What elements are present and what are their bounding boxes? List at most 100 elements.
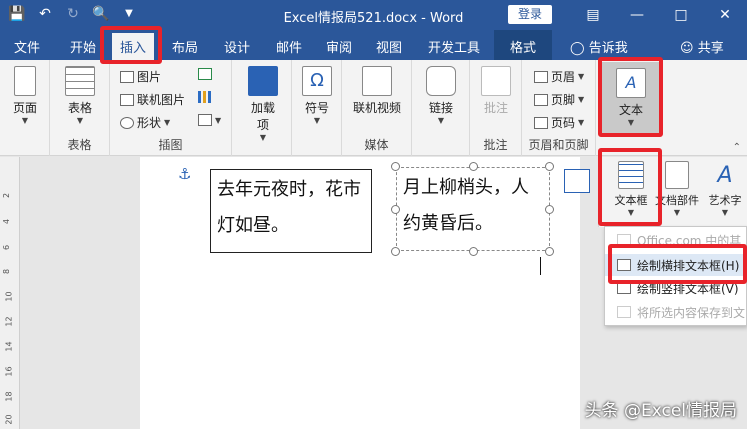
addins-label-2: 项 [256, 118, 269, 132]
ruler-mark: 2 [2, 192, 12, 199]
caret-icon: ▼ [313, 116, 321, 125]
shapes-button[interactable]: 形状 ▼ [120, 114, 170, 131]
tab-layout[interactable]: 布局 [172, 37, 198, 56]
undo-icon[interactable]: ↶ [36, 5, 54, 23]
link-button[interactable]: 链接 ▼ [424, 66, 458, 125]
wordart-icon: A [717, 163, 733, 188]
footer-button[interactable]: 页脚 ▼ [534, 91, 584, 108]
addins-button[interactable]: 加载 项 ▼ [246, 66, 280, 142]
tab-design[interactable]: 设计 [224, 37, 250, 56]
pages-label: 页面 [12, 101, 37, 115]
save-icon[interactable]: 💾 [8, 5, 26, 23]
quickparts-icon [665, 161, 689, 189]
caret-icon: ▼ [578, 118, 585, 127]
group-symbols: Ω 符号 ▼ [292, 60, 342, 156]
link-icon [426, 66, 456, 96]
table-button[interactable]: 表格 ▼ [62, 66, 98, 125]
document-page[interactable]: ⚓ 去年元夜时，花市灯如昼。 月上柳梢头，人约黄昏后。 [140, 157, 590, 429]
textbox-1[interactable]: 去年元夜时，花市灯如昼。 [210, 169, 372, 253]
table-label: 表格 [67, 101, 92, 115]
resize-handle[interactable] [545, 162, 554, 171]
resize-handle[interactable] [545, 205, 554, 214]
group-label-illustrations: 插图 [158, 138, 183, 152]
group-label-media: 媒体 [364, 138, 389, 152]
menu-label: 将所选内容保存到文 [637, 305, 746, 320]
tab-review[interactable]: 审阅 [326, 37, 352, 56]
pages-button[interactable]: 页面 ▼ [8, 66, 42, 125]
group-label-tables: 表格 [67, 138, 92, 152]
highlight-insert-tab [100, 26, 162, 64]
resize-handle[interactable] [469, 162, 478, 171]
share-label: 共享 [697, 41, 724, 56]
page-number-label: 页码 [551, 116, 576, 130]
lightbulb-icon: ◯ [570, 41, 585, 56]
symbol-label: 符号 [304, 101, 329, 115]
tab-developer[interactable]: 开发工具 [428, 37, 480, 56]
ruler-mark: 8 [2, 268, 12, 275]
smartart-icon[interactable] [198, 68, 212, 80]
header-button[interactable]: 页眉 ▼ [534, 68, 584, 85]
anchor-icon: ⚓ [178, 165, 192, 183]
picture-button[interactable]: 图片 [120, 68, 161, 85]
chart-icon[interactable] [198, 91, 212, 103]
screenshot-icon[interactable]: ▼ [198, 114, 221, 126]
ruler-mark: 16 [4, 366, 14, 377]
layout-options-icon[interactable] [564, 169, 590, 193]
group-comments: 批注 批注 [470, 60, 522, 156]
print-preview-icon[interactable]: 🔍 [92, 5, 110, 23]
ruler-mark: 18 [4, 391, 14, 402]
caret-icon: ▼ [76, 116, 84, 125]
resize-handle[interactable] [391, 247, 400, 256]
caret-icon: ▼ [259, 133, 267, 142]
online-picture-button[interactable]: 联机图片 [120, 91, 185, 108]
resize-handle[interactable] [545, 247, 554, 256]
share-button[interactable]: ☺ 共享 [680, 37, 724, 56]
comment-button[interactable]: 批注 [480, 66, 512, 116]
comment-icon [481, 66, 511, 96]
ruler-mark: 4 [2, 218, 12, 225]
resize-handle[interactable] [391, 205, 400, 214]
redo-icon[interactable]: ↻ [64, 5, 82, 23]
close-icon[interactable]: ✕ [703, 0, 747, 30]
window-controls: ▤ — □ ✕ [571, 0, 747, 30]
group-tables: 表格 ▼ 表格 [50, 60, 110, 156]
maximize-icon[interactable]: □ [659, 0, 703, 30]
collapse-ribbon-icon[interactable]: ⌃ [733, 142, 741, 153]
resize-handle[interactable] [469, 247, 478, 256]
ruler-mark: 14 [4, 341, 14, 352]
ribbon-display-options-icon[interactable]: ▤ [571, 0, 615, 30]
picture-label: 图片 [137, 70, 162, 84]
tab-file[interactable]: 文件 [14, 37, 40, 56]
login-button[interactable]: 登录 [508, 5, 552, 24]
caret-icon: ▼ [578, 95, 585, 104]
tell-me[interactable]: ◯ 告诉我 [570, 37, 628, 56]
tab-view[interactable]: 视图 [376, 37, 402, 56]
ruler-mark: 12 [4, 316, 14, 327]
group-header-footer: 页眉 ▼ 页脚 ▼ 页码 ▼ 页眉和页脚 [522, 60, 596, 156]
header-label: 页眉 [551, 70, 576, 84]
wordart-button[interactable]: A 艺术字 ▼ [703, 161, 747, 217]
page-number-button[interactable]: 页码 ▼ [534, 114, 584, 131]
omega-icon: Ω [302, 66, 332, 96]
wordart-label: 艺术字 [708, 194, 742, 207]
caret-icon: ▼ [215, 115, 222, 125]
caret-icon: ▼ [164, 118, 171, 127]
tab-home[interactable]: 开始 [70, 37, 96, 56]
customize-qat-icon[interactable]: ▼ [120, 5, 138, 23]
tab-mail[interactable]: 邮件 [276, 37, 302, 56]
menu-item-save-selection[interactable]: 将所选内容保存到文 [605, 301, 747, 323]
textbox-2[interactable]: 月上柳梢头，人约黄昏后。 [396, 167, 550, 251]
watermark: 头条 @Excel情报局 [584, 401, 737, 421]
online-video-button[interactable]: 联机视频 [350, 66, 404, 116]
resize-handle[interactable] [391, 162, 400, 171]
group-links: 链接 ▼ [412, 60, 470, 156]
highlight-textbox-button [598, 148, 662, 226]
group-pages: 页面 ▼ [0, 60, 50, 156]
minimize-icon[interactable]: — [615, 0, 659, 30]
header-icon [534, 70, 548, 83]
symbol-button[interactable]: Ω 符号 ▼ [301, 66, 333, 125]
chart-bars [198, 91, 212, 103]
shapes-icon [120, 116, 134, 129]
tab-format[interactable]: 格式 [494, 30, 553, 60]
table-icon [65, 66, 95, 96]
